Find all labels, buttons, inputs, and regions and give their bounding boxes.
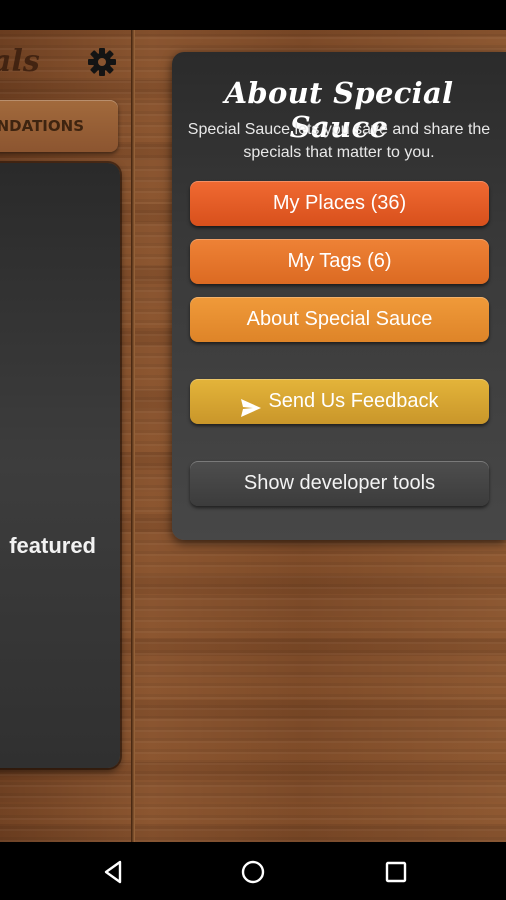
about-description: Special Sauce lets you save and share th… [187, 121, 491, 161]
recommendations-label: NDATIONS [0, 117, 84, 135]
send-feedback-button[interactable]: Send Us Feedback [190, 379, 489, 424]
my-tags-button[interactable]: My Tags (6) [190, 239, 489, 284]
send-feedback-label: Send Us Feedback [268, 390, 439, 412]
my-places-button[interactable]: My Places (36) [190, 181, 489, 226]
status-bar [0, 0, 506, 30]
featured-label: featured [9, 533, 96, 558]
about-drawer: About Special Sauce Special Sauce lets y… [172, 52, 506, 540]
navigation-bar [0, 842, 506, 900]
app-title-fragment: als [0, 44, 40, 79]
home-icon[interactable] [240, 859, 266, 885]
gear-icon[interactable] [86, 46, 118, 78]
back-icon[interactable] [100, 859, 126, 885]
recommendations-tab[interactable]: NDATIONS [0, 100, 118, 152]
panel-divider [131, 30, 135, 842]
send-icon [240, 390, 262, 417]
recents-icon[interactable] [383, 859, 409, 885]
about-special-sauce-button[interactable]: About Special Sauce [190, 297, 489, 342]
developer-tools-button[interactable]: Show developer tools [190, 461, 489, 506]
featured-card[interactable]: featured [0, 163, 120, 768]
main-panel-peek: als NDATIONS featured [0, 30, 131, 842]
